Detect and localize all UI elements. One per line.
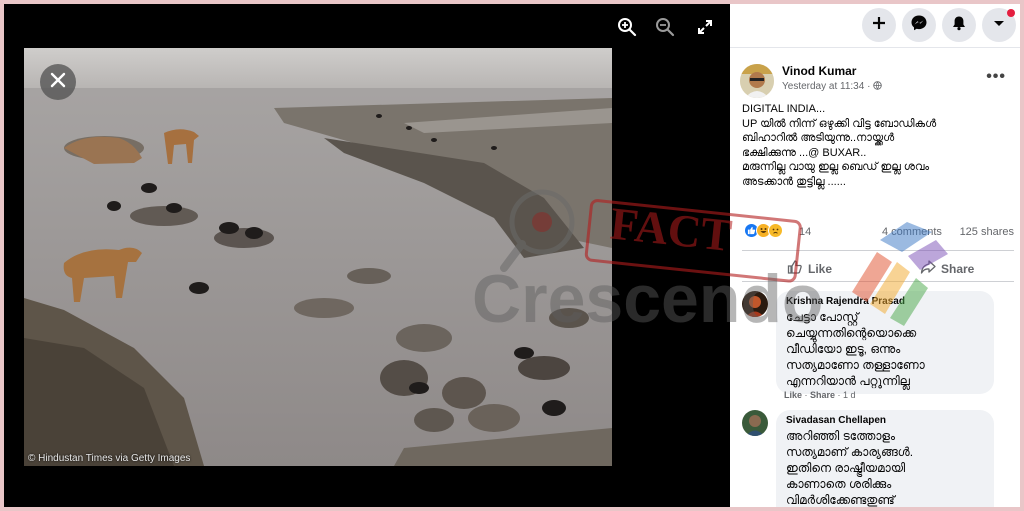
more-options-button[interactable]: ••• (986, 68, 1006, 86)
comment-meta: Like · Share · 1 d (784, 390, 856, 400)
commenter-avatar[interactable] (742, 410, 768, 436)
comment-line: അറിഞ്ഞി ടത്തോളം (786, 429, 895, 443)
zoom-in-button[interactable] (614, 16, 640, 42)
zoom-out-icon (655, 17, 675, 42)
comment-bubble: Sivadasan Chellapen അറിഞ്ഞി ടത്തോളം സത്യ… (776, 410, 994, 507)
comment-line: എന്നറിയാൻ പറ്റുന്നില്ല (786, 374, 910, 388)
post-time-text: Yesterday at 11:34 · (782, 81, 871, 92)
comment-line: ചെയ്യുന്നതിന്റെയൊക്കെ (786, 326, 917, 340)
notifications-button[interactable] (942, 8, 976, 42)
fullscreen-button[interactable] (692, 16, 718, 42)
photo-credit: © Hindustan Times via Getty Images (28, 453, 191, 464)
commenter-name[interactable]: Krishna Rajendra Prasad (786, 296, 984, 307)
comments-count[interactable]: 4 comments (882, 226, 942, 238)
photo-viewer: © Hindustan Times via Getty Images (4, 4, 730, 507)
commenter-avatar[interactable] (742, 291, 768, 317)
comment-line: സത്യമാണോ തള്ളാണോ (786, 358, 925, 372)
zoom-out-button[interactable] (652, 16, 678, 42)
comment-line: കാണാതെ ശരിക്കും (786, 477, 892, 491)
create-button[interactable] (862, 8, 896, 42)
post-line: അടക്കാൻ തുട്ടില്ല ...... (742, 175, 846, 188)
messenger-button[interactable] (902, 8, 936, 42)
post-timestamp[interactable]: Yesterday at 11:34 · (782, 81, 882, 93)
plus-icon (872, 16, 886, 35)
post-line: ഭക്ഷിക്കുന്നു ...@ BUXAR.. (742, 146, 867, 159)
reaction-count[interactable]: 14 (799, 226, 811, 238)
comment-like-link[interactable]: Like (784, 390, 802, 400)
share-label: Share (941, 261, 975, 276)
messenger-icon (910, 14, 928, 37)
bell-icon (951, 15, 967, 36)
share-button[interactable]: Share (920, 259, 974, 278)
facebook-photo-viewer: © Hindustan Times via Getty Images Vinod… (4, 4, 1020, 507)
more-dots-icon: ••• (986, 68, 1006, 85)
comment-line: സത്യമാണ് കാര്യങ്ങൾ. (786, 445, 914, 459)
chevron-down-icon (992, 16, 1006, 35)
reaction-icons[interactable] (744, 223, 783, 238)
like-label: Like (808, 261, 833, 276)
comment-line: വിമർശിക്കേണ്ടതുണ്ട് (786, 493, 895, 507)
post-line: മരുന്നില്ല വായു ഇല്ല ബെഡ് ഇല്ല ശവം (742, 161, 930, 173)
reactions-summary: 14 4 comments 125 shares (742, 223, 1014, 243)
zoom-in-icon (617, 17, 637, 42)
commenter-name[interactable]: Sivadasan Chellapen (786, 415, 984, 426)
post-line: ബിഹാറിൽ അടിയുന്നു..നായ്ക്കൾ (742, 132, 895, 144)
like-button[interactable]: Like (787, 259, 832, 278)
globe-icon (873, 81, 882, 93)
post-sidebar: Vinod Kumar Yesterday at 11:34 · ••• DIG… (730, 4, 1020, 507)
close-icon (49, 71, 67, 94)
post-text: DIGITAL INDIA... UP യിൽ നിന്ന് ഒഴുക്കി വ… (742, 102, 1014, 189)
share-arrow-icon (920, 259, 936, 278)
top-action-bar (730, 4, 1020, 48)
notification-dot (1007, 9, 1015, 17)
post-line: DIGITAL INDIA... (742, 103, 826, 115)
account-menu-button[interactable] (982, 8, 1016, 42)
sad-reaction-icon (768, 223, 783, 238)
post-actions: Like Share (742, 250, 1014, 282)
expand-icon (697, 19, 713, 40)
author-name[interactable]: Vinod Kumar (782, 64, 856, 78)
comment-bubble: Krishna Rajendra Prasad ചേട്ടാ പോസ്റ്റ് … (776, 291, 994, 394)
comment-share-link[interactable]: Share (810, 390, 835, 400)
post-header: Vinod Kumar Yesterday at 11:34 · ••• (730, 48, 1020, 98)
comment-line: ഇതിനെ രാഷ്ട്രീയമായി (786, 461, 906, 475)
close-viewer-button[interactable] (40, 64, 76, 100)
thumbs-up-icon (787, 259, 803, 278)
shares-count[interactable]: 125 shares (960, 226, 1014, 238)
comment-line: വീഡിയോ ഇടൂ, ഒന്നും (786, 342, 901, 356)
author-avatar[interactable] (740, 64, 774, 98)
comment-age[interactable]: 1 d (843, 390, 856, 400)
post-line: UP യിൽ നിന്ന് ഒഴുക്കി വിട്ട ബോഡികൾ (742, 117, 937, 130)
comment-line: ചേട്ടാ പോസ്റ്റ് (786, 310, 859, 324)
post-photo: © Hindustan Times via Getty Images (24, 48, 612, 466)
